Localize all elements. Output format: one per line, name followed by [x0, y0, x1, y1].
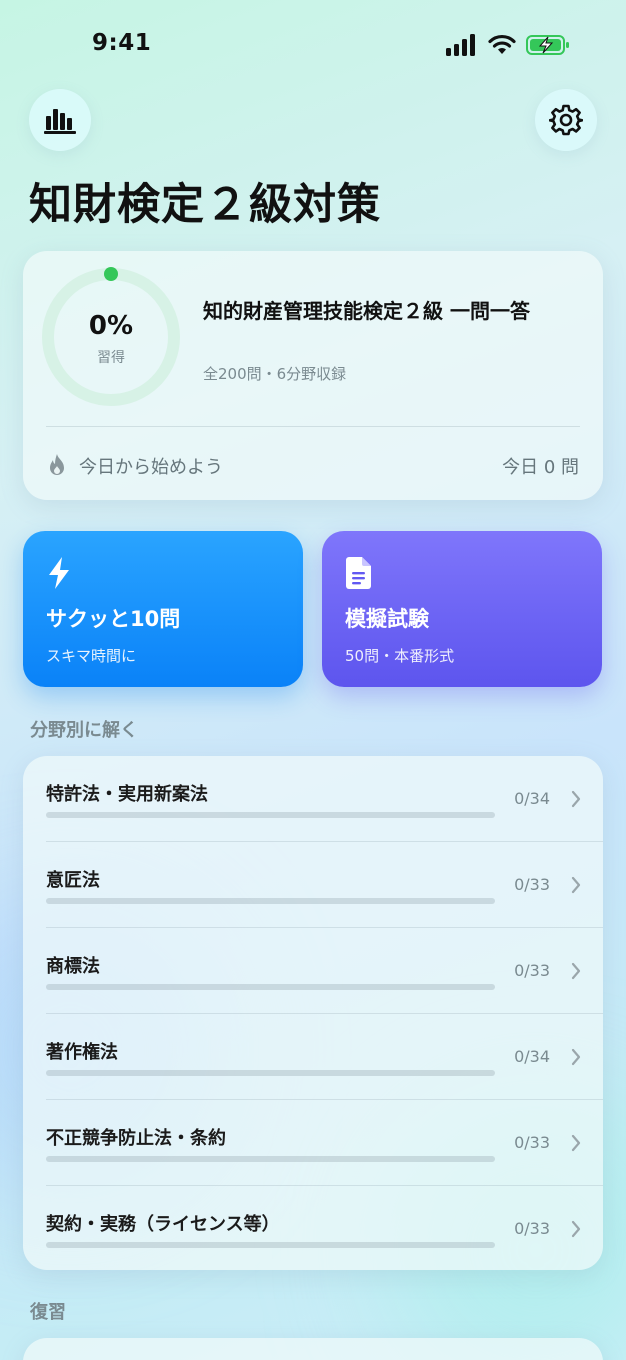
page-title: 知財検定２級対策 [29, 180, 381, 230]
wifi-icon [488, 34, 516, 54]
topic-progress-bar [46, 812, 495, 818]
topic-count: 0/33 [514, 961, 550, 980]
topic-list: 特許法・実用新案法 0/34 意匠法 0/33 商標法 0/33 著作権法 0/… [23, 756, 603, 1270]
topic-count: 0/33 [514, 1219, 550, 1238]
topic-name: 著作権法 [46, 1042, 118, 1063]
stats-button[interactable] [29, 89, 91, 151]
battery-charging-icon [526, 35, 569, 55]
status-bar: 9:41 [0, 0, 626, 92]
streak-text: 今日から始めよう [79, 457, 223, 478]
divider [46, 426, 580, 427]
topic-count: 0/33 [514, 875, 550, 894]
topic-progress-bar [46, 984, 495, 990]
topic-progress-bar [46, 1070, 495, 1076]
topic-row[interactable]: 不正競争防止法・条約 0/33 [23, 1100, 603, 1186]
topic-name: 契約・実務（ライセンス等） [46, 1214, 280, 1235]
chevron-right-icon [571, 1220, 581, 1238]
section-label-review: 復習 [30, 1302, 66, 1323]
settings-button[interactable] [535, 89, 597, 151]
progress-card[interactable]: 0% 習得 知的財産管理技能検定２級 一問一答 全200問・6分野収録 今日から… [23, 251, 603, 500]
topic-count: 0/34 [514, 1047, 550, 1066]
chevron-right-icon [571, 790, 581, 808]
chevron-right-icon [571, 1048, 581, 1066]
bar-chart-icon [44, 109, 76, 134]
chevron-right-icon [571, 962, 581, 980]
topic-progress-bar [46, 898, 495, 904]
topic-name: 特許法・実用新案法 [46, 784, 208, 805]
exam-title: 知的財産管理技能検定２級 一問一答 [203, 299, 530, 323]
topic-row[interactable]: 商標法 0/33 [23, 928, 603, 1014]
topic-name: 不正競争防止法・条約 [46, 1128, 226, 1149]
progress-percent: 0% [88, 311, 134, 341]
quick-quiz-subtitle: スキマ時間に [46, 647, 137, 665]
cellular-signal-icon [446, 34, 475, 56]
mock-exam-button[interactable]: 模擬試験 50問・本番形式 [322, 531, 602, 687]
topic-row[interactable]: 意匠法 0/33 [23, 842, 603, 928]
topic-name: 意匠法 [46, 870, 100, 891]
review-card[interactable] [23, 1338, 603, 1360]
progress-percent-label: 習得 [97, 350, 125, 366]
bolt-icon [49, 557, 69, 589]
topic-progress-bar [46, 1242, 495, 1248]
quick-quiz-title: サクッと10問 [46, 607, 181, 631]
progress-ring-dot [104, 267, 118, 281]
topic-row[interactable]: 特許法・実用新案法 0/34 [23, 756, 603, 842]
mock-exam-title: 模擬試験 [345, 607, 429, 631]
topic-count: 0/33 [514, 1133, 550, 1152]
flame-icon [50, 454, 64, 475]
section-label-topics: 分野別に解く [30, 720, 138, 741]
status-time: 9:41 [92, 30, 152, 56]
topic-row[interactable]: 著作権法 0/34 [23, 1014, 603, 1100]
chevron-right-icon [571, 1134, 581, 1152]
topic-name: 商標法 [46, 956, 100, 977]
chevron-right-icon [571, 876, 581, 894]
document-icon [346, 557, 371, 589]
topic-count: 0/34 [514, 789, 550, 808]
quick-quiz-button[interactable]: サクッと10問 スキマ時間に [23, 531, 303, 687]
mock-exam-subtitle: 50問・本番形式 [345, 647, 455, 665]
today-count: 今日 0 問 [502, 457, 579, 478]
gear-icon [549, 104, 583, 136]
status-icons [446, 34, 570, 56]
exam-subtitle: 全200問・6分野収録 [203, 365, 347, 383]
topic-row[interactable]: 契約・実務（ライセンス等） 0/33 [23, 1186, 603, 1270]
topic-progress-bar [46, 1156, 495, 1162]
